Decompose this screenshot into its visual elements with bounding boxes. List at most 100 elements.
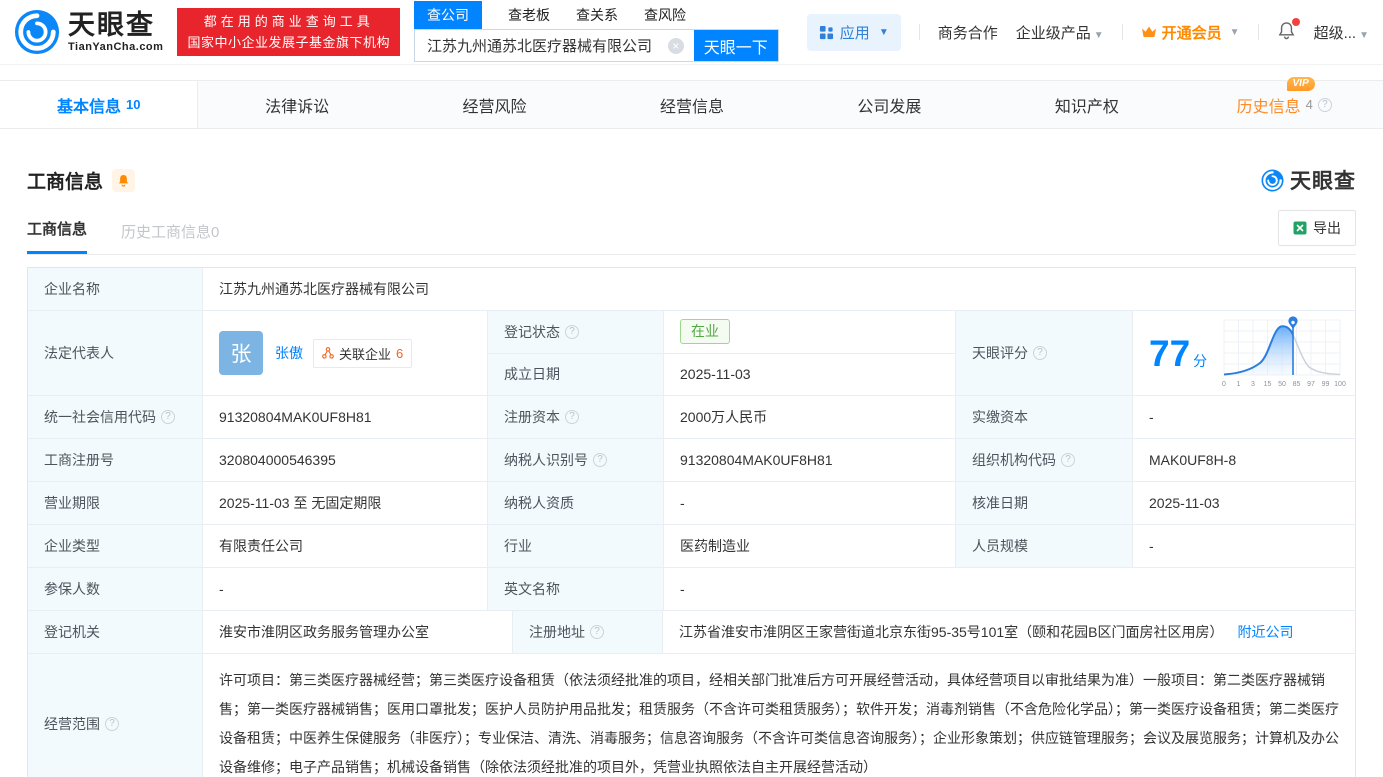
top-header: 天眼查 TianYanCha.com 都在用的商业查询工具 国家中小企业发展子基…	[0, 0, 1383, 65]
tab-label: 知识产权	[1055, 93, 1119, 117]
tab-label: 历史信息	[1237, 99, 1301, 116]
tab-basic-info[interactable]: 基本信息 10	[0, 81, 198, 128]
notification-bell-button[interactable]	[1277, 21, 1296, 44]
table-row: 经营范围 许可项目：第三类医疗器械经营；第三类医疗设备租赁（依法须经批准的项目，…	[28, 654, 1355, 777]
business-scope-value: 许可项目：第三类医疗器械经营；第三类医疗设备租赁（依法须经批准的项目，经相关部门…	[203, 654, 1355, 777]
search-tab-risk[interactable]: 查风险	[644, 1, 686, 29]
tab-company-development[interactable]: 公司发展	[791, 81, 988, 128]
legal-rep-label: 法定代表人	[28, 311, 203, 395]
svg-text:97: 97	[1307, 381, 1315, 388]
tianyancha-logo[interactable]: 天眼查 TianYanCha.com	[14, 9, 163, 55]
svg-text:15: 15	[1264, 381, 1272, 388]
search-input[interactable]	[415, 30, 694, 61]
business-reg-no-label: 工商注册号	[28, 439, 203, 481]
table-row: 参保人数 - 英文名称 -	[28, 568, 1355, 611]
score-distribution-chart: 0 1 3 15 50 85 97 99 100	[1219, 316, 1347, 390]
nav-biz-cooperation[interactable]: 商务合作	[938, 22, 998, 43]
reg-authority-label: 登记机关	[28, 611, 203, 653]
clear-icon[interactable]	[668, 38, 684, 54]
help-icon[interactable]	[1061, 453, 1075, 467]
nearby-companies-link[interactable]: 附近公司	[1238, 622, 1294, 642]
tab-legal-proceedings[interactable]: 法律诉讼	[198, 81, 395, 128]
tab-label: 经营风险	[463, 93, 527, 117]
logo-brand-text: 天眼查	[68, 12, 163, 39]
legal-rep-cell: 张 张傲 关联企业 6	[203, 311, 488, 395]
business-term-value: 2025-11-03 至 无固定期限	[203, 482, 488, 524]
avatar[interactable]: 张	[219, 331, 263, 375]
search-tab-company[interactable]: 查公司	[414, 1, 482, 29]
apps-menu-button[interactable]: 应用	[807, 14, 901, 51]
chevron-down-icon	[879, 27, 889, 38]
company-section-tabs: 基本信息 10 法律诉讼 经营风险 经营信息 公司发展 知识产权 历史信息 VI…	[0, 80, 1383, 129]
help-icon[interactable]	[565, 410, 579, 424]
export-label: 导出	[1313, 218, 1341, 238]
approval-date-label: 核准日期	[956, 482, 1133, 524]
tab-count: 4	[1306, 97, 1313, 112]
crown-icon	[1141, 25, 1157, 39]
reg-authority-value: 淮安市淮阴区政务服务管理办公室	[203, 611, 513, 653]
help-icon[interactable]	[593, 453, 607, 467]
business-term-label: 营业期限	[28, 482, 203, 524]
watermark-logo: 天眼查	[1261, 165, 1356, 195]
field-label: 组织机构代码	[972, 450, 1056, 470]
paidin-capital-label: 实缴资本	[956, 396, 1133, 438]
help-icon[interactable]	[590, 625, 604, 639]
nav-super-vip[interactable]: 超级...	[1314, 22, 1369, 43]
table-row: 企业类型 有限责任公司 行业 医药制造业 人员规模 -	[28, 525, 1355, 568]
org-code-label-cell: 组织机构代码	[956, 439, 1133, 481]
help-icon[interactable]	[1318, 98, 1332, 112]
open-vip-button[interactable]: 开通会员	[1141, 22, 1240, 43]
svg-text:0: 0	[1222, 381, 1226, 388]
legal-rep-name-link[interactable]: 张傲	[275, 343, 303, 363]
registered-capital-value: 2000万人民币	[664, 396, 956, 438]
help-icon[interactable]	[565, 325, 579, 339]
related-companies-count: 6	[396, 346, 403, 361]
help-icon[interactable]	[161, 410, 175, 424]
taxpayer-id-label-cell: 纳税人识别号	[488, 439, 664, 481]
svg-text:1: 1	[1237, 381, 1241, 388]
header-nav: 应用 商务合作 企业级产品 开通会员 超级...	[807, 14, 1369, 51]
table-row: 登记机关 淮安市淮阴区政务服务管理办公室 注册地址 江苏省淮安市淮阴区王家营街道…	[28, 611, 1355, 654]
credit-code-label-cell: 统一社会信用代码	[28, 396, 203, 438]
help-icon[interactable]	[105, 717, 119, 731]
notification-dot	[1292, 18, 1300, 26]
org-code-value: MAK0UF8H-8	[1133, 439, 1355, 481]
vip-label: 开通会员	[1162, 22, 1222, 43]
help-icon[interactable]	[1033, 346, 1047, 360]
taxpayer-quality-label: 纳税人资质	[488, 482, 664, 524]
nav-enterprise-products[interactable]: 企业级产品	[1016, 22, 1104, 43]
search-button[interactable]: 天眼一下	[694, 30, 778, 61]
reg-status-label: 登记状态	[504, 322, 560, 342]
tab-label: 公司发展	[857, 93, 921, 117]
search-tab-relation[interactable]: 查关系	[576, 1, 618, 29]
slogan-line2: 国家中小企业发展子基金旗下机构	[187, 32, 390, 53]
related-companies-tag[interactable]: 关联企业 6	[313, 339, 412, 368]
tianyancha-logo-icon	[1261, 169, 1284, 192]
super-vip-label: 超级...	[1314, 25, 1357, 42]
subtab-history-business-info[interactable]: 历史工商信息0	[121, 221, 219, 254]
company-name-label: 企业名称	[28, 268, 203, 310]
staff-size-label: 人员规模	[956, 525, 1133, 567]
svg-text:99: 99	[1322, 381, 1330, 388]
tab-history-info[interactable]: 历史信息 VIP 4	[1186, 81, 1383, 128]
tab-intellectual-property[interactable]: 知识产权	[988, 81, 1185, 128]
chevron-down-icon	[1359, 30, 1369, 41]
svg-text:85: 85	[1293, 381, 1301, 388]
search-box: 天眼一下	[414, 29, 779, 62]
tab-operating-info[interactable]: 经营信息	[593, 81, 790, 128]
export-button[interactable]: 导出	[1278, 210, 1356, 246]
tab-label: 基本信息	[57, 93, 121, 117]
bell-icon	[117, 174, 130, 187]
divider	[919, 24, 920, 40]
business-info-subtabs: 工商信息 历史工商信息0 导出	[27, 217, 1356, 255]
search-tab-boss[interactable]: 查老板	[508, 1, 550, 29]
subtab-business-info[interactable]: 工商信息	[27, 218, 87, 254]
reg-address-text: 江苏省淮安市淮阴区王家营街道北京东街95-35号101室（颐和花园B区门面房社区…	[679, 622, 1224, 642]
subscribe-bell-button[interactable]	[112, 169, 135, 192]
tab-operating-risk[interactable]: 经营风险	[396, 81, 593, 128]
org-network-icon	[322, 347, 334, 359]
main-content: 工商信息 天眼查 工商信息 历史工商信息0 导出	[0, 165, 1383, 777]
tab-label: 法律诉讼	[265, 93, 329, 117]
registered-capital-label-cell: 注册资本	[488, 396, 664, 438]
divider	[1258, 24, 1259, 40]
